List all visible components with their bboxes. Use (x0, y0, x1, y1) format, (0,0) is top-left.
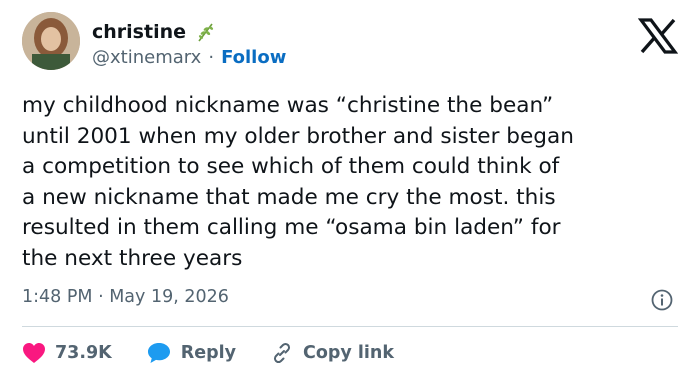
author-handle[interactable]: @xtinemarx (92, 47, 201, 68)
reply-button[interactable]: Reply (146, 341, 236, 365)
separator-dot: · (208, 47, 215, 68)
heart-icon (23, 343, 45, 363)
x-logo-icon[interactable] (637, 18, 679, 54)
author-name-row: christine (92, 19, 218, 45)
link-icon (273, 342, 291, 364)
follow-button[interactable]: Follow (221, 47, 286, 68)
sprig-icon (194, 20, 218, 44)
info-icon[interactable] (650, 288, 674, 312)
tweet-text: my childhood nickname was “christine the… (22, 93, 574, 271)
copy-link-button[interactable]: Copy link (270, 341, 394, 365)
reply-bubble-icon (147, 343, 170, 363)
like-count: 73.9K (55, 343, 112, 363)
copy-link-label: Copy link (303, 343, 395, 363)
avatar[interactable] (22, 12, 80, 70)
reply-label: Reply (180, 343, 237, 363)
author-handle-row: @xtinemarx · Follow (92, 47, 286, 68)
divider (22, 326, 678, 327)
action-bar: 73.9K Reply Copy link (22, 338, 428, 368)
like-button[interactable]: 73.9K (22, 342, 112, 364)
tweet-timestamp[interactable]: 1:48 PM · May 19, 2026 (22, 287, 229, 307)
author-display-name[interactable]: christine (92, 21, 186, 43)
